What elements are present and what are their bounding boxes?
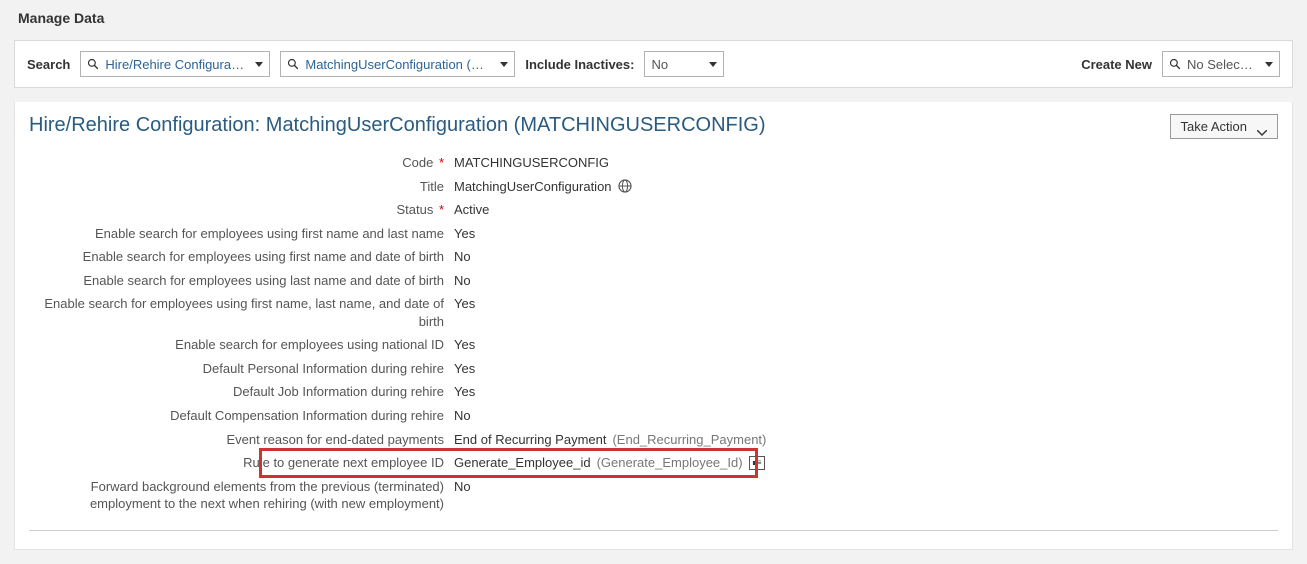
field-label: Enable search for employees using first … xyxy=(29,225,454,243)
field-value: End of Recurring Payment (End_Recurring_… xyxy=(454,431,766,449)
field-row: Default Job Information during rehire Ye… xyxy=(29,380,1278,404)
field-row-title: Title MatchingUserConfiguration xyxy=(29,175,1278,199)
search-icon xyxy=(287,58,299,70)
chevron-down-icon xyxy=(1265,62,1273,67)
field-label: Rule to generate next employee ID xyxy=(29,454,454,472)
field-label: Forward background elements from the pre… xyxy=(29,478,454,513)
chevron-down-icon xyxy=(500,62,508,67)
field-value-id: (Generate_Employee_Id) xyxy=(597,454,743,472)
field-value: Yes xyxy=(454,360,475,378)
field-label: Enable search for employees using first … xyxy=(29,248,454,266)
field-value: Yes xyxy=(454,225,475,243)
field-value: MATCHINGUSERCONFIG xyxy=(454,154,609,172)
field-row: Enable search for employees using last n… xyxy=(29,269,1278,293)
search-icon xyxy=(1169,58,1181,70)
field-value: Yes xyxy=(454,383,475,401)
field-label: Enable search for employees using nation… xyxy=(29,336,454,354)
field-value: No xyxy=(454,272,471,290)
required-asterisk: * xyxy=(435,202,444,217)
page-title: Manage Data xyxy=(14,0,1293,40)
field-label: Enable search for employees using last n… xyxy=(29,272,454,290)
field-label: Code xyxy=(402,155,433,170)
field-label: Default Job Information during rehire xyxy=(29,383,454,401)
field-row: Forward background elements from the pre… xyxy=(29,475,1278,516)
field-value: MatchingUserConfiguration xyxy=(454,178,632,196)
content-panel: Hire/Rehire Configuration: MatchingUserC… xyxy=(14,102,1293,550)
field-label: Enable search for employees using first … xyxy=(29,295,454,330)
search-object-value: MatchingUserConfiguration (MAT... xyxy=(305,57,490,72)
field-row: Default Compensation Information during … xyxy=(29,404,1278,428)
search-type-value: Hire/Rehire Configuration xyxy=(105,57,245,72)
create-new-label: Create New xyxy=(1081,57,1152,72)
field-row-event-reason: Event reason for end-dated payments End … xyxy=(29,428,1278,452)
field-value-id: (End_Recurring_Payment) xyxy=(612,431,766,449)
field-row-code: Code * MATCHINGUSERCONFIG xyxy=(29,151,1278,175)
field-value: No xyxy=(454,478,471,496)
fields-list: Code * MATCHINGUSERCONFIG Title Matching… xyxy=(29,151,1278,516)
search-icon xyxy=(87,58,99,70)
take-action-label: Take Action xyxy=(1181,119,1248,134)
create-new-dropdown[interactable]: No Selection xyxy=(1162,51,1280,77)
field-value: No xyxy=(454,407,471,425)
field-value-text: MatchingUserConfiguration xyxy=(454,178,612,196)
search-type-dropdown[interactable]: Hire/Rehire Configuration xyxy=(80,51,270,77)
chevron-down-icon xyxy=(1257,124,1267,130)
include-inactives-label: Include Inactives: xyxy=(525,57,634,72)
toolbar: Search Hire/Rehire Configuration Matchin… xyxy=(14,40,1293,88)
detail-link-icon[interactable]: ∎≡ xyxy=(749,456,765,470)
search-label: Search xyxy=(27,57,70,72)
field-value: Yes xyxy=(454,336,475,354)
chevron-down-icon xyxy=(709,62,717,67)
field-row: Enable search for employees using first … xyxy=(29,245,1278,269)
field-value: Generate_Employee_id (Generate_Employee_… xyxy=(454,454,765,472)
field-row: Enable search for employees using first … xyxy=(29,222,1278,246)
globe-icon[interactable] xyxy=(618,179,632,193)
field-label: Event reason for end-dated payments xyxy=(29,431,454,449)
field-value-text: End of Recurring Payment xyxy=(454,431,606,449)
include-inactives-dropdown[interactable]: No xyxy=(644,51,724,77)
field-label: Default Compensation Information during … xyxy=(29,407,454,425)
field-row: Enable search for employees using nation… xyxy=(29,333,1278,357)
field-row-status: Status * Active xyxy=(29,198,1278,222)
divider xyxy=(29,530,1278,531)
search-object-dropdown[interactable]: MatchingUserConfiguration (MAT... xyxy=(280,51,515,77)
field-value: Yes xyxy=(454,295,475,313)
include-inactives-value: No xyxy=(651,57,699,72)
chevron-down-icon xyxy=(255,62,263,67)
take-action-button[interactable]: Take Action xyxy=(1170,114,1279,139)
field-row-rule-highlighted: Rule to generate next employee ID Genera… xyxy=(29,451,1278,475)
create-new-value: No Selection xyxy=(1187,57,1255,72)
field-value-text: Generate_Employee_id xyxy=(454,454,591,472)
field-row: Default Personal Information during rehi… xyxy=(29,357,1278,381)
field-label: Title xyxy=(29,178,454,196)
field-value: No xyxy=(454,248,471,266)
required-asterisk: * xyxy=(435,155,444,170)
field-label: Status xyxy=(396,202,433,217)
field-row: Enable search for employees using first … xyxy=(29,292,1278,333)
field-label: Default Personal Information during rehi… xyxy=(29,360,454,378)
object-title: Hire/Rehire Configuration: MatchingUserC… xyxy=(29,114,766,137)
field-value: Active xyxy=(454,201,489,219)
